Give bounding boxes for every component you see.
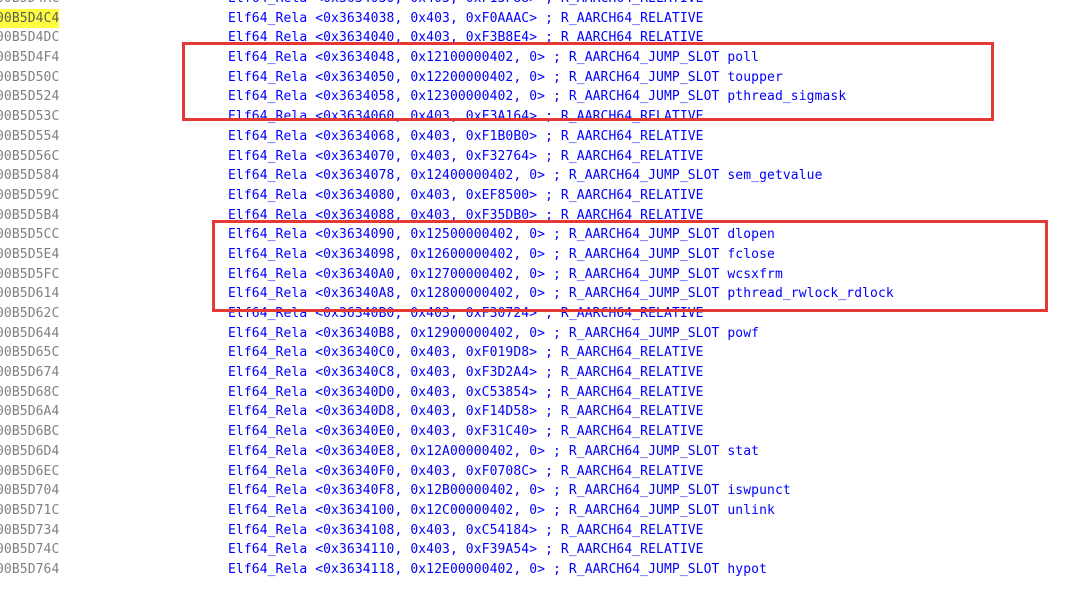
listing-row[interactable]: 00B5D56C Elf64_Rela <0x3634070, 0x403, 0x… — [0, 147, 1080, 167]
row-address[interactable]: 00B5D4C4 — [0, 8, 60, 29]
row-instruction[interactable]: Elf64_Rela <0x3634118, 0x12E00000402, 0>… — [228, 560, 767, 580]
row-address[interactable]: 00B5D53C — [0, 107, 59, 127]
row-instruction[interactable]: Elf64_Rela <0x36340A8, 0x12800000402, 0>… — [228, 284, 894, 304]
listing-row[interactable]: 00B5D53C Elf64_Rela <0x3634060, 0x403, 0x… — [0, 107, 1080, 127]
row-address[interactable]: 00B5D5E4 — [0, 245, 59, 265]
row-address[interactable]: 00B5D764 — [0, 560, 59, 580]
row-instruction[interactable]: Elf64_Rela <0x36340F0, 0x403, 0xF0708C> … — [228, 462, 704, 482]
listing-row[interactable]: 00B5D4F4 Elf64_Rela <0x3634048, 0x1210000… — [0, 48, 1080, 68]
row-instruction[interactable]: Elf64_Rela <0x36340B8, 0x12900000402, 0>… — [228, 324, 759, 344]
row-instruction[interactable]: Elf64_Rela <0x36340A0, 0x12700000402, 0>… — [228, 265, 783, 285]
row-instruction[interactable]: Elf64_Rela <0x36340D0, 0x403, 0xC53854> … — [228, 383, 704, 403]
row-address[interactable]: 00B5D584 — [0, 166, 59, 186]
listing-row[interactable]: 00B5D68C Elf64_Rela <0x36340D0, 0x403, 0x… — [0, 383, 1080, 403]
row-instruction[interactable]: Elf64_Rela <0x36340D8, 0x403, 0xF14D58> … — [228, 402, 704, 422]
row-instruction[interactable]: Elf64_Rela <0x3634100, 0x12C00000402, 0>… — [228, 501, 775, 521]
row-address[interactable]: 00B5D4AC — [0, 0, 59, 9]
row-instruction[interactable]: Elf64_Rela <0x3634068, 0x403, 0xF1B0B0> … — [228, 127, 704, 147]
listing-row[interactable]: 00B5D644 Elf64_Rela <0x36340B8, 0x1290000… — [0, 324, 1080, 344]
listing-row[interactable]: 00B5D71C Elf64_Rela <0x3634100, 0x12C0000… — [0, 501, 1080, 521]
row-address[interactable]: 00B5D524 — [0, 87, 59, 107]
listing-row[interactable]: 00B5D5CC Elf64_Rela <0x3634090, 0x1250000… — [0, 225, 1080, 245]
row-address[interactable]: 00B5D59C — [0, 186, 59, 206]
row-address[interactable]: 00B5D6A4 — [0, 402, 59, 422]
row-instruction[interactable]: Elf64_Rela <0x3634038, 0x403, 0xF0AAAC> … — [228, 9, 704, 29]
listing-row[interactable]: 00B5D59C Elf64_Rela <0x3634080, 0x403, 0x… — [0, 186, 1080, 206]
row-address[interactable]: 00B5D74C — [0, 540, 59, 560]
row-address[interactable]: 00B5D5CC — [0, 225, 59, 245]
listing-row[interactable]: 00B5D50C Elf64_Rela <0x3634050, 0x1220000… — [0, 68, 1080, 88]
listing-row[interactable]: 00B5D554 Elf64_Rela <0x3634068, 0x403, 0x… — [0, 127, 1080, 147]
listing-row[interactable]: 00B5D614 Elf64_Rela <0x36340A8, 0x1280000… — [0, 284, 1080, 304]
listing-row[interactable]: 00B5D524 Elf64_Rela <0x3634058, 0x1230000… — [0, 87, 1080, 107]
row-instruction[interactable]: Elf64_Rela <0x3634090, 0x12500000402, 0>… — [228, 225, 775, 245]
row-instruction[interactable]: Elf64_Rela <0x36340F8, 0x12B00000402, 0>… — [228, 481, 791, 501]
row-address[interactable]: 00B5D554 — [0, 127, 59, 147]
row-address[interactable]: 00B5D734 — [0, 521, 59, 541]
listing-row[interactable]: 00B5D62C Elf64_Rela <0x36340B0, 0x403, 0x… — [0, 304, 1080, 324]
listing-row[interactable]: 00B5D5FC Elf64_Rela <0x36340A0, 0x1270000… — [0, 265, 1080, 285]
row-address[interactable]: 00B5D56C — [0, 147, 59, 167]
listing-row[interactable]: 00B5D4DC Elf64_Rela <0x3634040, 0x403, 0x… — [0, 28, 1080, 48]
listing-row[interactable]: 00B5D5E4 Elf64_Rela <0x3634098, 0x1260000… — [0, 245, 1080, 265]
row-instruction[interactable]: Elf64_Rela <0x3634080, 0x403, 0xEF8500> … — [228, 186, 704, 206]
listing-row[interactable]: 00B5D65C Elf64_Rela <0x36340C0, 0x403, 0x… — [0, 343, 1080, 363]
listing-row[interactable]: 00B5D6BC Elf64_Rela <0x36340E0, 0x403, 0x… — [0, 422, 1080, 442]
row-instruction[interactable]: Elf64_Rela <0x36340C8, 0x403, 0xF3D2A4> … — [228, 363, 704, 383]
row-instruction[interactable]: Elf64_Rela <0x3634070, 0x403, 0xF32764> … — [228, 147, 704, 167]
row-instruction[interactable]: Elf64_Rela <0x3634048, 0x12100000402, 0>… — [228, 48, 759, 68]
row-address[interactable]: 00B5D62C — [0, 304, 59, 324]
row-instruction[interactable]: Elf64_Rela <0x3634088, 0x403, 0xF35DB0> … — [228, 206, 704, 226]
listing-row[interactable]: 00B5D6EC Elf64_Rela <0x36340F0, 0x403, 0x… — [0, 462, 1080, 482]
row-instruction[interactable]: Elf64_Rela <0x3634108, 0x403, 0xC54184> … — [228, 521, 704, 541]
listing-row[interactable]: 00B5D5B4 Elf64_Rela <0x3634088, 0x403, 0x… — [0, 206, 1080, 226]
row-instruction[interactable]: Elf64_Rela <0x3634058, 0x12300000402, 0>… — [228, 87, 846, 107]
row-address[interactable]: 00B5D644 — [0, 324, 59, 344]
row-address[interactable]: 00B5D71C — [0, 501, 59, 521]
row-instruction[interactable]: Elf64_Rela <0x3634050, 0x12200000402, 0>… — [228, 68, 783, 88]
row-instruction[interactable]: Elf64_Rela <0x36340C0, 0x403, 0xF019D8> … — [228, 343, 704, 363]
row-address[interactable]: 00B5D50C — [0, 68, 59, 88]
listing-row[interactable]: 00B5D734 Elf64_Rela <0x3634108, 0x403, 0x… — [0, 521, 1080, 541]
row-address[interactable]: 00B5D65C — [0, 343, 59, 363]
listing-row[interactable]: 00B5D704 Elf64_Rela <0x36340F8, 0x12B0000… — [0, 481, 1080, 501]
row-address[interactable]: 00B5D6EC — [0, 462, 59, 482]
listing-row[interactable]: 00B5D4C4 Elf64_Rela <0x3634038, 0x403, 0x… — [0, 8, 1080, 29]
row-address[interactable]: 00B5D4DC — [0, 28, 59, 48]
row-instruction[interactable]: Elf64_Rela <0x3634060, 0x403, 0xF3A164> … — [228, 107, 704, 127]
row-address[interactable]: 00B5D4F4 — [0, 48, 59, 68]
row-instruction[interactable]: Elf64_Rela <0x36340E0, 0x403, 0xF31C40> … — [228, 422, 704, 442]
row-address[interactable]: 00B5D5B4 — [0, 206, 59, 226]
row-address[interactable]: 00B5D674 — [0, 363, 59, 383]
listing-row[interactable]: 00B5D6A4 Elf64_Rela <0x36340D8, 0x403, 0x… — [0, 402, 1080, 422]
row-instruction[interactable]: Elf64_Rela <0x36340E8, 0x12A00000402, 0>… — [228, 442, 759, 462]
row-instruction[interactable]: Elf64_Rela <0x3634078, 0x12400000402, 0>… — [228, 166, 823, 186]
row-instruction[interactable]: Elf64_Rela <0x3634098, 0x12600000402, 0>… — [228, 245, 775, 265]
row-instruction[interactable]: Elf64_Rela <0x3634040, 0x403, 0xF3B8E4> … — [228, 28, 704, 48]
listing-row[interactable]: 00B5D674 Elf64_Rela <0x36340C8, 0x403, 0x… — [0, 363, 1080, 383]
row-address[interactable]: 00B5D6D4 — [0, 442, 59, 462]
row-address[interactable]: 00B5D614 — [0, 284, 59, 304]
row-address[interactable]: 00B5D704 — [0, 481, 59, 501]
row-address[interactable]: 00B5D5FC — [0, 265, 59, 285]
row-address[interactable]: 00B5D6BC — [0, 422, 59, 442]
disassembly-listing[interactable]: 00B5D4AC Elf64_Rela <0x3634030, 0x403, 0x… — [0, 0, 1080, 580]
row-instruction[interactable]: Elf64_Rela <0x3634030, 0x403, 0xF13F88> … — [228, 0, 704, 9]
row-instruction[interactable]: Elf64_Rela <0x36340B0, 0x403, 0xF30724> … — [228, 304, 704, 324]
listing-row[interactable]: 00B5D6D4 Elf64_Rela <0x36340E8, 0x12A0000… — [0, 442, 1080, 462]
listing-row[interactable]: 00B5D4AC Elf64_Rela <0x3634030, 0x403, 0x… — [0, 0, 1080, 9]
listing-row[interactable]: 00B5D764 Elf64_Rela <0x3634118, 0x12E0000… — [0, 560, 1080, 580]
row-address[interactable]: 00B5D68C — [0, 383, 59, 403]
row-instruction[interactable]: Elf64_Rela <0x3634110, 0x403, 0xF39A54> … — [228, 540, 704, 560]
listing-row[interactable]: 00B5D584 Elf64_Rela <0x3634078, 0x1240000… — [0, 166, 1080, 186]
listing-row[interactable]: 00B5D74C Elf64_Rela <0x3634110, 0x403, 0x… — [0, 540, 1080, 560]
